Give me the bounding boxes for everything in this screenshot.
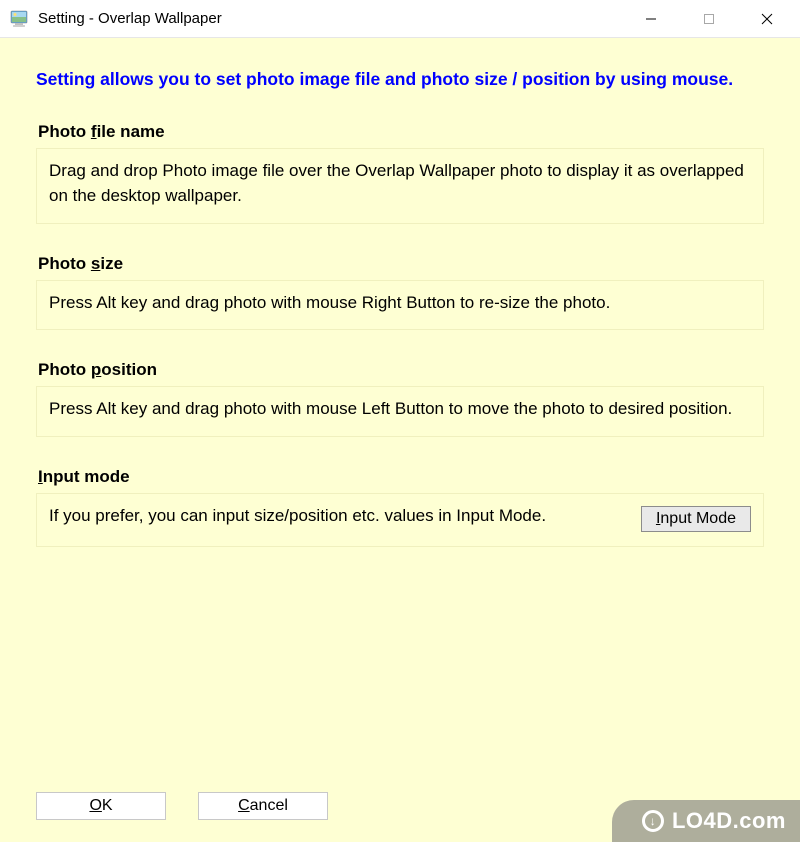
titlebar: Setting - Overlap Wallpaper [0,0,800,38]
content-area: Setting allows you to set photo image fi… [0,38,800,842]
watermark-icon: ↓ [642,810,664,832]
section-photo-position: Photo position Press Alt key and drag ph… [36,360,764,437]
section-body-input-mode: If you prefer, you can input size/positi… [36,493,764,547]
section-body-photo-file: Drag and drop Photo image file over the … [36,148,764,223]
section-body-photo-size: Press Alt key and drag photo with mouse … [36,280,764,331]
input-mode-button[interactable]: Input Mode [641,506,751,532]
section-photo-file: Photo file name Drag and drop Photo imag… [36,122,764,223]
minimize-button[interactable] [622,0,680,37]
app-icon [10,10,28,28]
headline-text: Setting allows you to set photo image fi… [36,66,764,92]
section-title-photo-position: Photo position [36,360,764,380]
section-title-input-mode: Input mode [36,467,764,487]
footer-buttons: OK Cancel [36,792,328,820]
maximize-button[interactable] [680,0,738,37]
cancel-button[interactable]: Cancel [198,792,328,820]
section-photo-size: Photo size Press Alt key and drag photo … [36,254,764,331]
input-mode-text: If you prefer, you can input size/positi… [49,504,627,529]
watermark-text: LO4D.com [672,808,786,834]
section-body-photo-position: Press Alt key and drag photo with mouse … [36,386,764,437]
section-input-mode: Input mode If you prefer, you can input … [36,467,764,547]
section-title-photo-file: Photo file name [36,122,764,142]
section-title-photo-size: Photo size [36,254,764,274]
watermark: ↓ LO4D.com [612,800,800,842]
close-button[interactable] [738,0,796,37]
window-title: Setting - Overlap Wallpaper [38,10,622,27]
titlebar-controls [622,0,796,37]
ok-button[interactable]: OK [36,792,166,820]
